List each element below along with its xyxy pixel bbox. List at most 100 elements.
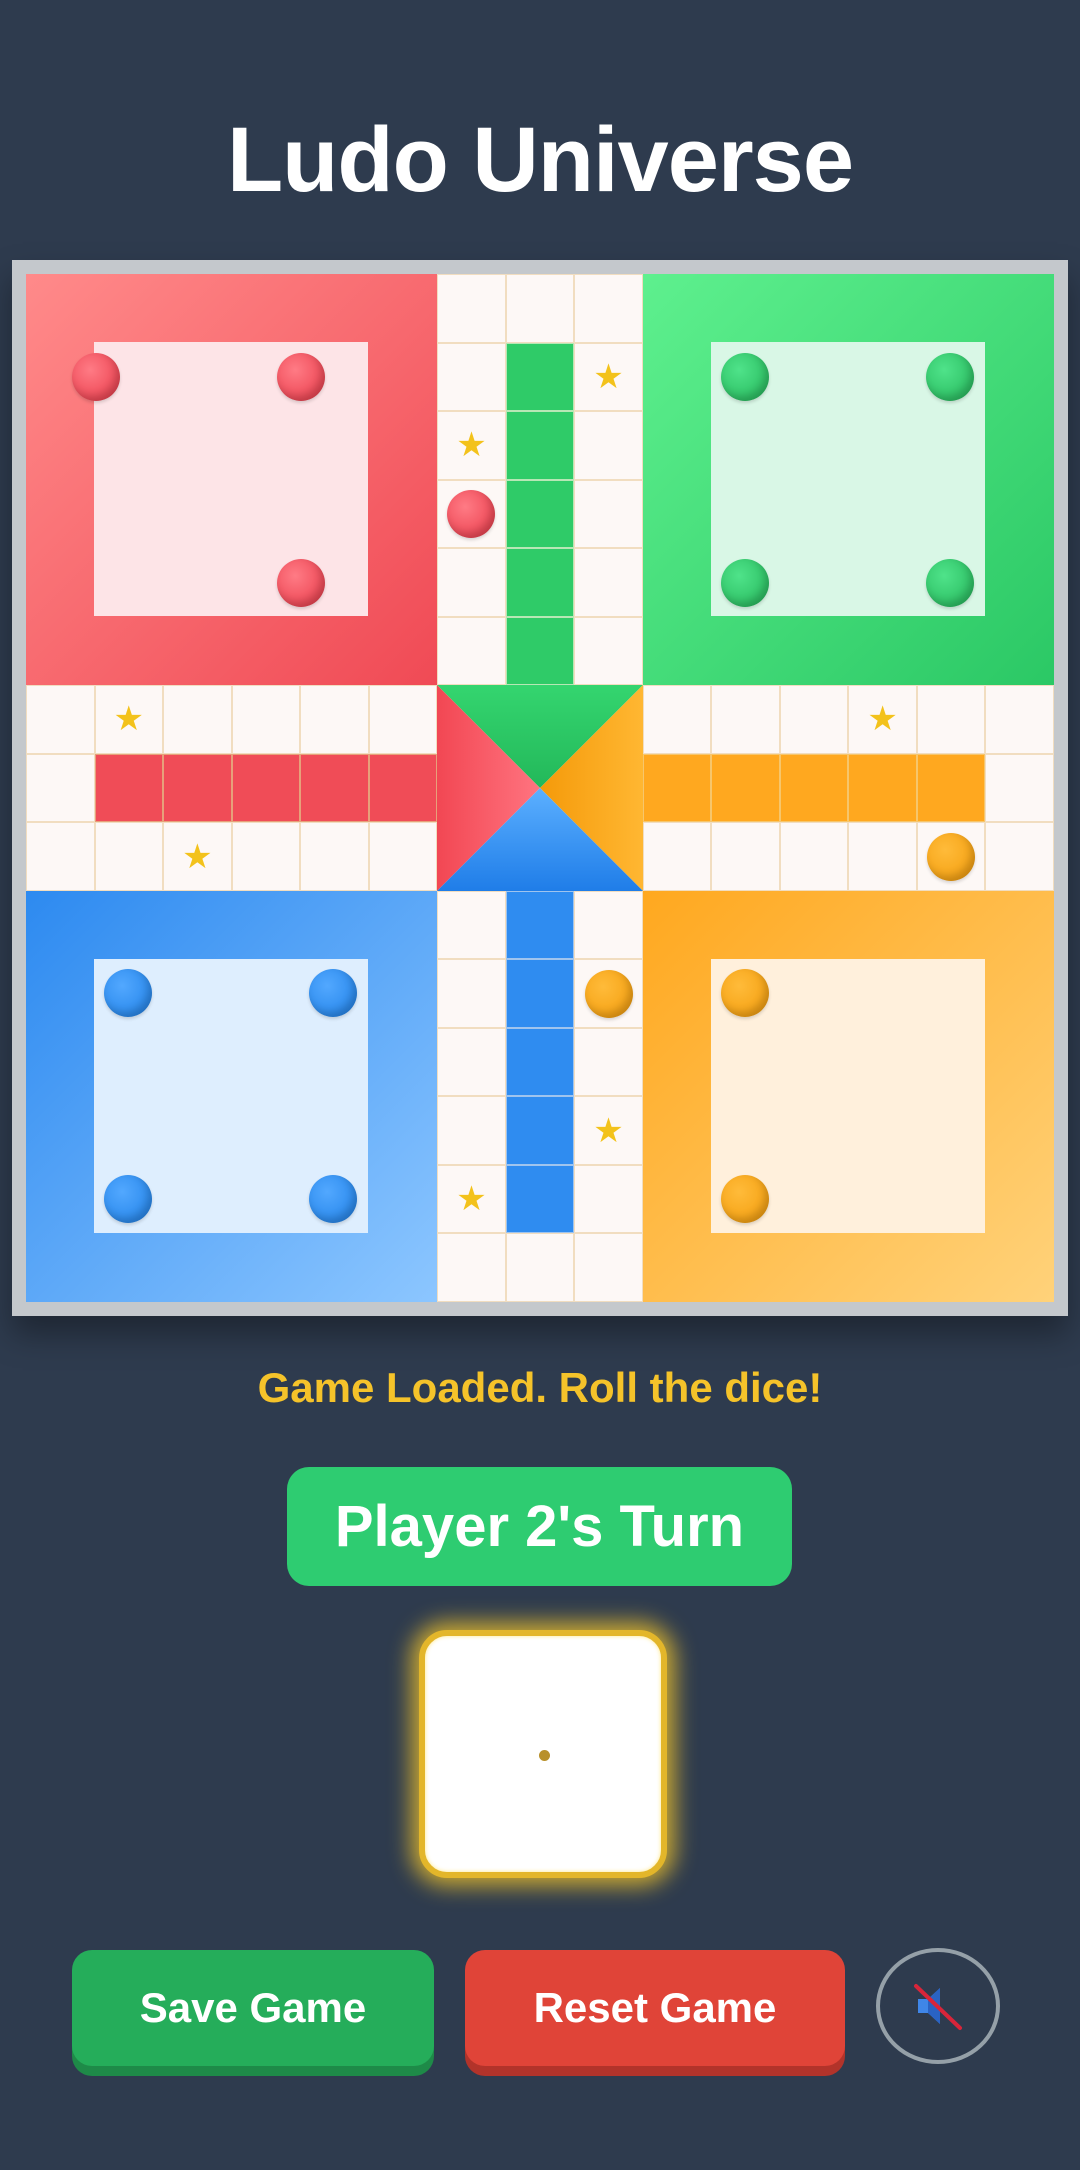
track-cell xyxy=(437,274,506,343)
track-cell: ★ xyxy=(574,1096,643,1165)
red-home-path-cell xyxy=(94,753,164,823)
yellow-home-path-cell xyxy=(916,753,986,823)
center-finish-area xyxy=(437,685,643,891)
track-cell xyxy=(437,1096,506,1165)
red-token[interactable] xyxy=(277,559,325,607)
yellow-token[interactable] xyxy=(721,1175,769,1223)
track-cell xyxy=(779,822,849,891)
blue-home-path-cell xyxy=(505,959,575,1028)
yellow-token[interactable] xyxy=(584,969,633,1018)
yellow-home-path-cell xyxy=(642,753,712,823)
ludo-board-frame: ★ ★ ★ ★ ★ ★ ★ xyxy=(12,260,1068,1316)
track-cell xyxy=(437,1233,506,1302)
status-message: Game Loaded. Roll the dice! xyxy=(257,1364,823,1411)
track-cell xyxy=(437,548,506,617)
green-home-path-cell xyxy=(505,616,575,686)
track-cell xyxy=(985,753,1054,823)
track-cell xyxy=(26,685,95,754)
star-icon: ★ xyxy=(593,356,624,397)
star-icon: ★ xyxy=(113,699,145,740)
track-cell xyxy=(779,685,849,754)
red-home-path-cell xyxy=(368,753,438,823)
blue-token[interactable] xyxy=(104,969,152,1017)
track-cell xyxy=(985,685,1054,754)
track-cell: ★ xyxy=(574,342,643,412)
track-cell xyxy=(642,685,712,754)
ludo-board[interactable]: ★ ★ ★ ★ ★ ★ ★ xyxy=(26,274,1054,1302)
green-home-path-cell xyxy=(505,411,575,480)
yellow-token[interactable] xyxy=(927,832,976,881)
red-token[interactable] xyxy=(447,489,496,538)
track-cell xyxy=(26,822,95,891)
green-token[interactable] xyxy=(926,559,974,607)
track-cell xyxy=(574,548,643,617)
dice[interactable] xyxy=(412,1623,668,1879)
green-home-path-cell xyxy=(505,342,575,412)
star-icon: ★ xyxy=(593,1110,624,1151)
track-cell xyxy=(574,1233,643,1302)
red-home-path-cell xyxy=(300,753,369,823)
blue-home-path-cell xyxy=(505,1027,575,1097)
track-cell xyxy=(300,822,369,891)
track-cell xyxy=(437,1027,506,1097)
yellow-home-path-cell xyxy=(848,753,917,823)
track-cell xyxy=(574,411,643,480)
green-token[interactable] xyxy=(926,353,974,401)
green-token[interactable] xyxy=(721,559,769,607)
blue-token[interactable] xyxy=(309,1175,357,1223)
blue-home-yard xyxy=(94,959,368,1233)
star-icon: ★ xyxy=(867,699,898,740)
track-cell xyxy=(574,1027,643,1097)
track-cell xyxy=(94,822,164,891)
red-home-yard xyxy=(72,342,368,616)
blue-token[interactable] xyxy=(309,969,357,1017)
track-cell xyxy=(368,685,438,754)
track-cell xyxy=(231,685,301,754)
blue-home-path-cell xyxy=(505,1096,575,1165)
track-cell: ★ xyxy=(163,822,232,891)
star-icon: ★ xyxy=(456,425,487,466)
track-cell xyxy=(574,616,643,686)
red-home-path-cell xyxy=(163,753,232,823)
track-cell xyxy=(163,685,232,754)
track-cell xyxy=(231,822,301,891)
yellow-home-yard xyxy=(711,959,985,1233)
reset-game-button[interactable]: Reset Game xyxy=(465,1950,845,2066)
yellow-token[interactable] xyxy=(721,969,769,1017)
yellow-home xyxy=(643,891,1054,1302)
red-token[interactable] xyxy=(72,353,120,401)
blue-token[interactable] xyxy=(104,1175,152,1223)
track-cell: ★ xyxy=(848,685,917,754)
blue-home-path-cell xyxy=(505,1164,575,1234)
star-icon: ★ xyxy=(182,836,213,877)
track-cell xyxy=(437,890,506,960)
track-cell xyxy=(916,685,986,754)
yellow-home-path-cell xyxy=(711,753,780,823)
red-home-path-cell xyxy=(231,753,301,823)
sound-toggle-button[interactable] xyxy=(876,1948,1000,2064)
track-cell xyxy=(368,822,438,891)
track-cell xyxy=(985,822,1054,891)
dice-face[interactable] xyxy=(419,1630,667,1878)
track-cell: ★ xyxy=(437,1164,506,1234)
green-home xyxy=(643,274,1054,685)
track-cell xyxy=(26,753,95,823)
track-cell xyxy=(574,890,643,960)
green-home-path-cell xyxy=(505,548,575,617)
star-icon: ★ xyxy=(456,1179,487,1220)
track-cell xyxy=(437,342,506,412)
green-home-yard xyxy=(711,342,985,616)
dice-pip xyxy=(538,1749,550,1761)
save-game-button[interactable]: Save Game xyxy=(72,1950,434,2066)
track-cell xyxy=(437,616,506,686)
turn-indicator: Player 2's Turn xyxy=(287,1467,792,1586)
speaker-muted-icon xyxy=(914,1984,962,2030)
red-home xyxy=(26,274,437,685)
red-token[interactable] xyxy=(277,353,325,401)
blue-home xyxy=(26,891,437,1302)
track-cell xyxy=(574,274,643,343)
track-cell: ★ xyxy=(437,411,506,480)
track-cell xyxy=(574,479,643,549)
track-cell xyxy=(574,1164,643,1234)
green-token[interactable] xyxy=(721,353,769,401)
